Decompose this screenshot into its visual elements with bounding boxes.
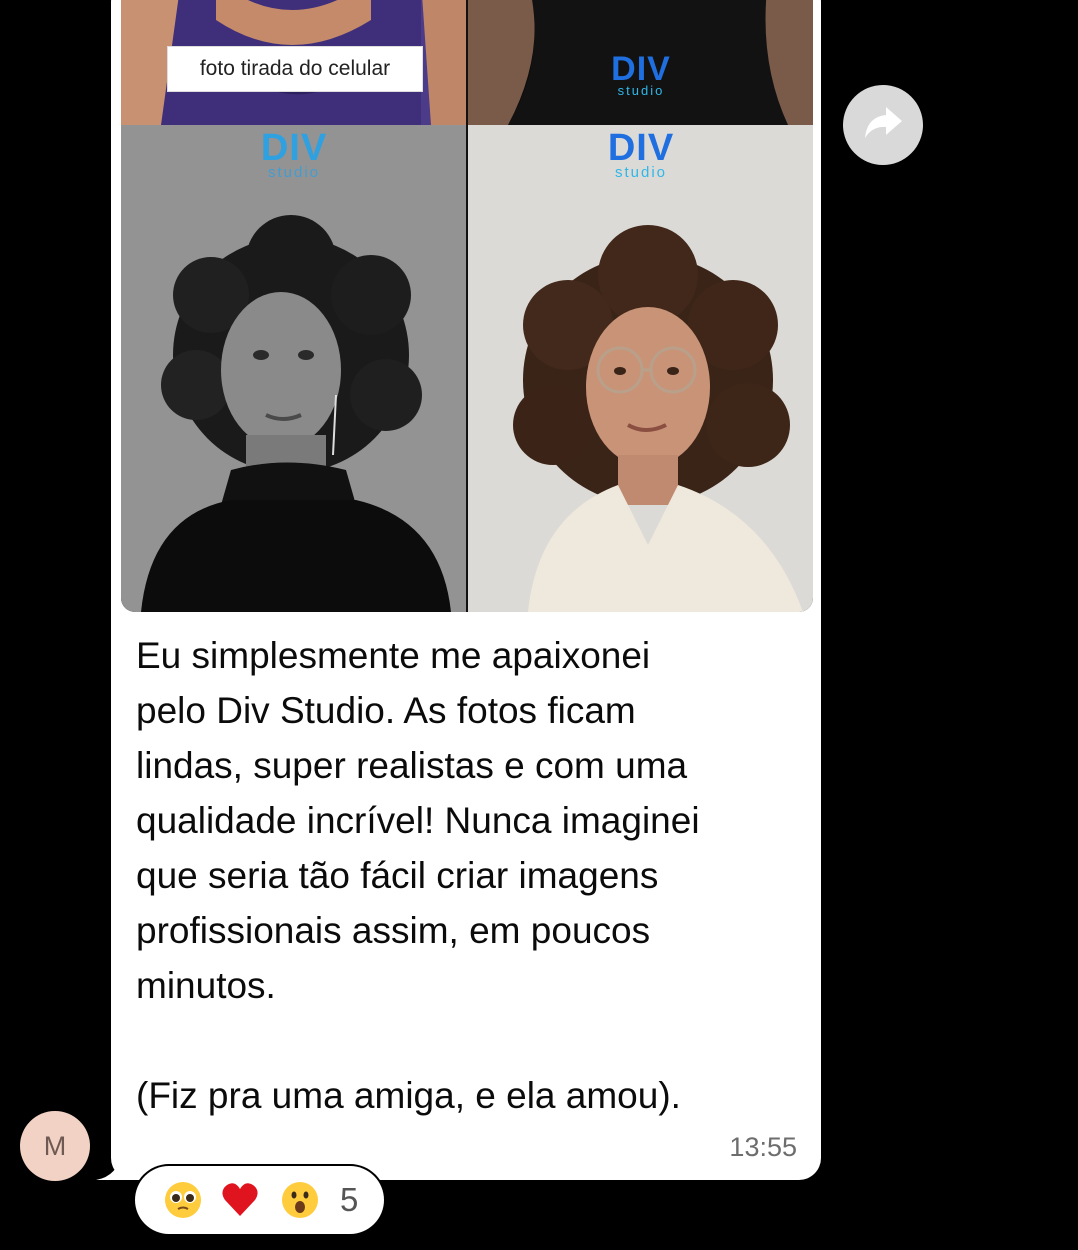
message-bubble[interactable]: foto tirada do celular DIV studio DIV st… <box>111 0 821 1180</box>
logo-div-studio: DIV studio <box>260 127 328 181</box>
photo-generated-2[interactable]: DIV studio <box>121 125 466 612</box>
surprised-face-icon <box>280 1180 320 1220</box>
photo-generated-3[interactable]: DIV studio <box>468 125 813 612</box>
photo-original[interactable]: foto tirada do celular <box>121 0 466 125</box>
pleading-face-icon <box>163 1180 203 1220</box>
photo-generated-1[interactable]: DIV studio <box>468 0 813 125</box>
logo-div-studio: DIV studio <box>607 127 675 181</box>
forward-button[interactable] <box>843 85 923 165</box>
red-heart-icon <box>220 1180 260 1220</box>
reactions-bar[interactable]: 5 <box>135 1166 384 1234</box>
avatar[interactable]: M <box>20 1111 90 1181</box>
reaction-count: 5 <box>340 1181 359 1218</box>
forward-arrow-icon <box>862 105 904 146</box>
message-time: 13:55 <box>729 1132 797 1162</box>
photo-caption: foto tirada do celular <box>168 47 422 91</box>
photo-collage[interactable]: foto tirada do celular DIV studio DIV st… <box>121 0 813 612</box>
message-text: Eu simplesmente me apaixonei pelo Div St… <box>136 635 700 1116</box>
logo-div-studio: DIV studio <box>611 50 671 98</box>
